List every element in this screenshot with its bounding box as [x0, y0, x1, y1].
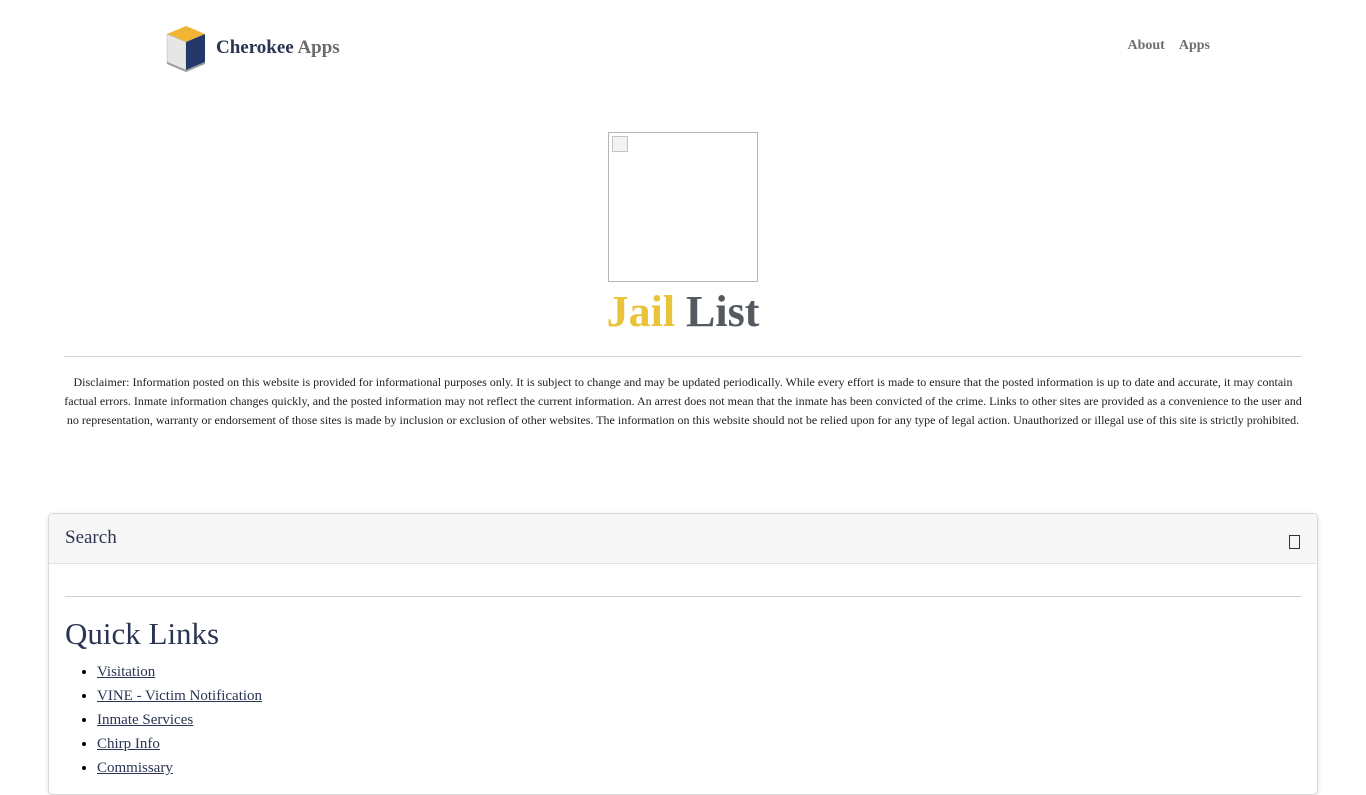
brand-link[interactable]: Cherokee Apps — [164, 24, 340, 72]
navbar: Cherokee Apps About Apps — [0, 0, 1366, 92]
nav-about-link[interactable]: About — [1128, 38, 1165, 54]
brand-name: Cherokee Apps — [216, 37, 340, 59]
page-title-list: List — [686, 287, 760, 336]
cube-logo-icon — [166, 26, 205, 72]
list-item: Commissary — [97, 756, 262, 780]
broken-image-icon — [612, 136, 628, 152]
nav-menu: About Apps — [1100, 38, 1211, 54]
page-title: Jail List — [0, 284, 1366, 340]
search-card-header[interactable]: Search — [49, 514, 1317, 564]
quick-link-commissary[interactable]: Commissary — [97, 760, 173, 776]
expand-icon[interactable] — [1289, 535, 1300, 549]
brand-primary: Cherokee — [216, 37, 294, 58]
divider — [64, 356, 1302, 357]
list-item: VINE - Victim Notification — [97, 684, 262, 708]
card-divider — [65, 596, 1301, 597]
quick-link-inmate-services[interactable]: Inmate Services — [97, 712, 193, 728]
quick-link-visitation[interactable]: Visitation — [97, 664, 155, 680]
hero-image-placeholder — [608, 132, 758, 282]
quick-links-title: Quick Links — [65, 616, 220, 651]
search-card-title: Search — [65, 527, 117, 548]
brand-secondary: Apps — [297, 37, 340, 58]
list-item: Inmate Services — [97, 708, 262, 732]
disclaimer-text: Disclaimer: Information posted on this w… — [64, 375, 1302, 427]
page-title-jail: Jail — [606, 287, 676, 336]
search-card: Search Quick Links Visitation VINE - Vic… — [48, 513, 1318, 795]
nav-apps-link[interactable]: Apps — [1179, 38, 1210, 54]
list-item: Visitation — [97, 660, 262, 684]
quick-link-vine[interactable]: VINE - Victim Notification — [97, 688, 262, 704]
list-item: Chirp Info — [97, 732, 262, 756]
quick-link-chirp-info[interactable]: Chirp Info — [97, 736, 160, 752]
quick-links-list: Visitation VINE - Victim Notification In… — [65, 660, 262, 780]
